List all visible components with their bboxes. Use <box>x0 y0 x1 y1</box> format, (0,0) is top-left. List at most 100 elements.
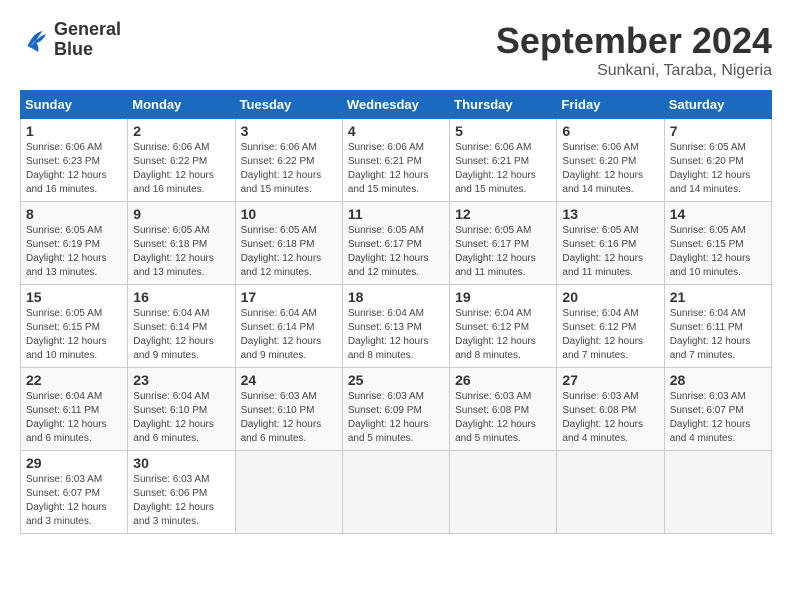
day-number: 28 <box>670 372 766 388</box>
logo-icon <box>20 25 50 55</box>
day-number: 12 <box>455 206 551 222</box>
calendar-day-cell: 9 Sunrise: 6:05 AM Sunset: 6:18 PM Dayli… <box>128 202 235 285</box>
calendar-day-cell: 19 Sunrise: 6:04 AM Sunset: 6:12 PM Dayl… <box>450 285 557 368</box>
calendar-day-cell <box>450 451 557 534</box>
calendar-day-cell: 3 Sunrise: 6:06 AM Sunset: 6:22 PM Dayli… <box>235 119 342 202</box>
day-info: Sunrise: 6:05 AM Sunset: 6:17 PM Dayligh… <box>455 224 551 280</box>
logo: General Blue <box>20 20 121 60</box>
calendar-table: SundayMondayTuesdayWednesdayThursdayFrid… <box>20 90 772 534</box>
day-info: Sunrise: 6:06 AM Sunset: 6:22 PM Dayligh… <box>133 141 229 197</box>
weekday-header: Friday <box>557 91 664 119</box>
day-number: 5 <box>455 123 551 139</box>
day-info: Sunrise: 6:04 AM Sunset: 6:11 PM Dayligh… <box>670 307 766 363</box>
weekday-header-row: SundayMondayTuesdayWednesdayThursdayFrid… <box>21 91 772 119</box>
day-number: 8 <box>26 206 122 222</box>
day-info: Sunrise: 6:06 AM Sunset: 6:21 PM Dayligh… <box>348 141 444 197</box>
day-info: Sunrise: 6:06 AM Sunset: 6:22 PM Dayligh… <box>241 141 337 197</box>
day-number: 23 <box>133 372 229 388</box>
calendar-day-cell: 16 Sunrise: 6:04 AM Sunset: 6:14 PM Dayl… <box>128 285 235 368</box>
calendar-week-row: 22 Sunrise: 6:04 AM Sunset: 6:11 PM Dayl… <box>21 368 772 451</box>
calendar-day-cell <box>235 451 342 534</box>
day-number: 9 <box>133 206 229 222</box>
calendar-day-cell: 12 Sunrise: 6:05 AM Sunset: 6:17 PM Dayl… <box>450 202 557 285</box>
day-info: Sunrise: 6:05 AM Sunset: 6:19 PM Dayligh… <box>26 224 122 280</box>
day-info: Sunrise: 6:03 AM Sunset: 6:08 PM Dayligh… <box>562 390 658 446</box>
location-subtitle: Sunkani, Taraba, Nigeria <box>496 62 772 80</box>
calendar-day-cell: 4 Sunrise: 6:06 AM Sunset: 6:21 PM Dayli… <box>342 119 449 202</box>
day-number: 26 <box>455 372 551 388</box>
calendar-day-cell: 5 Sunrise: 6:06 AM Sunset: 6:21 PM Dayli… <box>450 119 557 202</box>
day-number: 18 <box>348 289 444 305</box>
calendar-day-cell: 15 Sunrise: 6:05 AM Sunset: 6:15 PM Dayl… <box>21 285 128 368</box>
day-info: Sunrise: 6:06 AM Sunset: 6:21 PM Dayligh… <box>455 141 551 197</box>
calendar-day-cell: 14 Sunrise: 6:05 AM Sunset: 6:15 PM Dayl… <box>664 202 771 285</box>
day-info: Sunrise: 6:05 AM Sunset: 6:18 PM Dayligh… <box>241 224 337 280</box>
day-number: 16 <box>133 289 229 305</box>
day-info: Sunrise: 6:05 AM Sunset: 6:15 PM Dayligh… <box>670 224 766 280</box>
day-info: Sunrise: 6:03 AM Sunset: 6:10 PM Dayligh… <box>241 390 337 446</box>
calendar-day-cell: 26 Sunrise: 6:03 AM Sunset: 6:08 PM Dayl… <box>450 368 557 451</box>
day-info: Sunrise: 6:04 AM Sunset: 6:14 PM Dayligh… <box>133 307 229 363</box>
day-info: Sunrise: 6:05 AM Sunset: 6:15 PM Dayligh… <box>26 307 122 363</box>
calendar-day-cell: 7 Sunrise: 6:05 AM Sunset: 6:20 PM Dayli… <box>664 119 771 202</box>
calendar-day-cell: 2 Sunrise: 6:06 AM Sunset: 6:22 PM Dayli… <box>128 119 235 202</box>
calendar-day-cell <box>664 451 771 534</box>
day-info: Sunrise: 6:06 AM Sunset: 6:20 PM Dayligh… <box>562 141 658 197</box>
day-number: 1 <box>26 123 122 139</box>
day-number: 4 <box>348 123 444 139</box>
calendar-day-cell: 25 Sunrise: 6:03 AM Sunset: 6:09 PM Dayl… <box>342 368 449 451</box>
day-number: 22 <box>26 372 122 388</box>
day-number: 11 <box>348 206 444 222</box>
calendar-day-cell <box>342 451 449 534</box>
day-number: 6 <box>562 123 658 139</box>
day-info: Sunrise: 6:05 AM Sunset: 6:17 PM Dayligh… <box>348 224 444 280</box>
calendar-day-cell: 1 Sunrise: 6:06 AM Sunset: 6:23 PM Dayli… <box>21 119 128 202</box>
day-number: 13 <box>562 206 658 222</box>
day-number: 27 <box>562 372 658 388</box>
day-info: Sunrise: 6:05 AM Sunset: 6:18 PM Dayligh… <box>133 224 229 280</box>
weekday-header: Thursday <box>450 91 557 119</box>
calendar-day-cell: 30 Sunrise: 6:03 AM Sunset: 6:06 PM Dayl… <box>128 451 235 534</box>
day-info: Sunrise: 6:05 AM Sunset: 6:16 PM Dayligh… <box>562 224 658 280</box>
title-section: September 2024 Sunkani, Taraba, Nigeria <box>496 20 772 80</box>
day-info: Sunrise: 6:04 AM Sunset: 6:14 PM Dayligh… <box>241 307 337 363</box>
day-number: 25 <box>348 372 444 388</box>
page-header: General Blue September 2024 Sunkani, Tar… <box>20 20 772 80</box>
day-info: Sunrise: 6:04 AM Sunset: 6:11 PM Dayligh… <box>26 390 122 446</box>
day-info: Sunrise: 6:04 AM Sunset: 6:12 PM Dayligh… <box>562 307 658 363</box>
day-info: Sunrise: 6:05 AM Sunset: 6:20 PM Dayligh… <box>670 141 766 197</box>
day-info: Sunrise: 6:03 AM Sunset: 6:06 PM Dayligh… <box>133 473 229 529</box>
weekday-header: Tuesday <box>235 91 342 119</box>
calendar-day-cell: 6 Sunrise: 6:06 AM Sunset: 6:20 PM Dayli… <box>557 119 664 202</box>
calendar-day-cell: 27 Sunrise: 6:03 AM Sunset: 6:08 PM Dayl… <box>557 368 664 451</box>
month-title: September 2024 <box>496 20 772 62</box>
calendar-day-cell: 21 Sunrise: 6:04 AM Sunset: 6:11 PM Dayl… <box>664 285 771 368</box>
calendar-week-row: 8 Sunrise: 6:05 AM Sunset: 6:19 PM Dayli… <box>21 202 772 285</box>
calendar-day-cell: 23 Sunrise: 6:04 AM Sunset: 6:10 PM Dayl… <box>128 368 235 451</box>
day-number: 29 <box>26 455 122 471</box>
calendar-day-cell: 8 Sunrise: 6:05 AM Sunset: 6:19 PM Dayli… <box>21 202 128 285</box>
calendar-day-cell: 13 Sunrise: 6:05 AM Sunset: 6:16 PM Dayl… <box>557 202 664 285</box>
calendar-day-cell <box>557 451 664 534</box>
calendar-day-cell: 10 Sunrise: 6:05 AM Sunset: 6:18 PM Dayl… <box>235 202 342 285</box>
day-number: 7 <box>670 123 766 139</box>
day-info: Sunrise: 6:03 AM Sunset: 6:09 PM Dayligh… <box>348 390 444 446</box>
calendar-week-row: 15 Sunrise: 6:05 AM Sunset: 6:15 PM Dayl… <box>21 285 772 368</box>
day-info: Sunrise: 6:03 AM Sunset: 6:07 PM Dayligh… <box>670 390 766 446</box>
calendar-day-cell: 20 Sunrise: 6:04 AM Sunset: 6:12 PM Dayl… <box>557 285 664 368</box>
day-info: Sunrise: 6:06 AM Sunset: 6:23 PM Dayligh… <box>26 141 122 197</box>
day-number: 2 <box>133 123 229 139</box>
day-info: Sunrise: 6:04 AM Sunset: 6:13 PM Dayligh… <box>348 307 444 363</box>
day-number: 3 <box>241 123 337 139</box>
day-number: 21 <box>670 289 766 305</box>
calendar-day-cell: 11 Sunrise: 6:05 AM Sunset: 6:17 PM Dayl… <box>342 202 449 285</box>
day-number: 19 <box>455 289 551 305</box>
weekday-header: Wednesday <box>342 91 449 119</box>
day-info: Sunrise: 6:04 AM Sunset: 6:12 PM Dayligh… <box>455 307 551 363</box>
day-info: Sunrise: 6:03 AM Sunset: 6:07 PM Dayligh… <box>26 473 122 529</box>
day-number: 10 <box>241 206 337 222</box>
logo-line2: Blue <box>54 40 121 60</box>
logo-line1: General <box>54 20 121 40</box>
calendar-week-row: 1 Sunrise: 6:06 AM Sunset: 6:23 PM Dayli… <box>21 119 772 202</box>
calendar-day-cell: 17 Sunrise: 6:04 AM Sunset: 6:14 PM Dayl… <box>235 285 342 368</box>
